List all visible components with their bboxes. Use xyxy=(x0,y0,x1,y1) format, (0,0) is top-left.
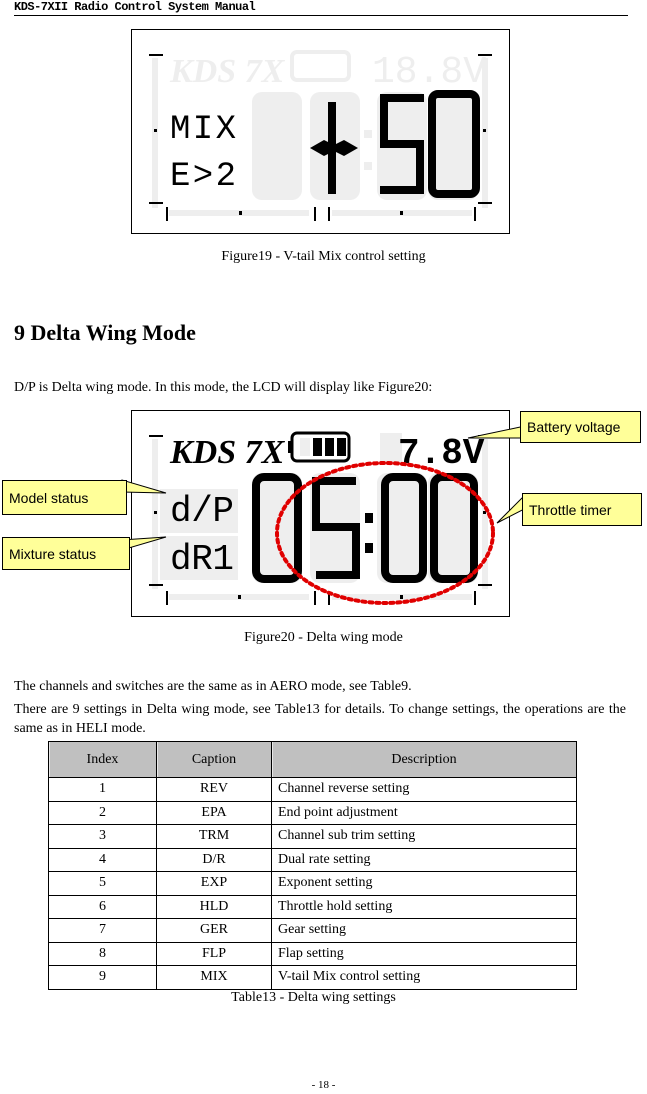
table-row: 6 HLD Throttle hold setting xyxy=(48,894,577,919)
cell-index: 7 xyxy=(48,918,157,943)
cell-description: End point adjustment xyxy=(271,800,577,825)
table13-caption: Table13 - Delta wing settings xyxy=(231,990,396,1005)
body-paragraph-2: There are 9 settings in Delta wing mode,… xyxy=(14,702,626,736)
cell-index: 4 xyxy=(48,847,157,872)
cell-caption: FLP xyxy=(156,941,272,966)
page-number: - 18 - xyxy=(311,1079,336,1091)
figure19-caption: Figure19 - V-tail Mix control setting xyxy=(221,249,426,264)
cell-index: 5 xyxy=(48,871,157,896)
body-paragraph-1: The channels and switches are the same a… xyxy=(14,679,412,694)
cell-index: 8 xyxy=(48,941,157,966)
cell-description: Gear setting xyxy=(271,918,577,943)
section-heading: 9 Delta Wing Mode xyxy=(14,320,196,345)
cell-index: 3 xyxy=(48,824,157,849)
running-header: KDS-7XII Radio Control System Manual xyxy=(14,0,256,14)
table-row: 4 D/R Dual rate setting xyxy=(48,847,577,872)
table13-delta-wing-settings: Index Caption Description 1 REV Channel re… xyxy=(48,741,577,990)
table-row: 7 GER Gear setting xyxy=(48,918,577,943)
callout-battery-voltage: Battery voltage xyxy=(520,411,641,443)
callout-model-status-label: Model status xyxy=(9,489,89,506)
table-row: 8 FLP Flap setting xyxy=(48,941,577,966)
table-row: 2 EPA End point adjustment xyxy=(48,800,577,825)
cell-caption: HLD xyxy=(156,894,272,919)
column-header-caption: Caption xyxy=(156,741,272,778)
cell-index: 2 xyxy=(48,800,157,825)
cell-caption: EXP xyxy=(156,871,272,896)
cell-description: V-tail Mix control setting xyxy=(271,965,577,990)
callout-battery-voltage-label: Battery voltage xyxy=(527,419,621,435)
cell-caption: TRM xyxy=(156,824,272,849)
callout-throttle-timer-label: Throttle timer xyxy=(529,501,612,518)
cell-description: Throttle hold setting xyxy=(271,894,577,919)
table-row: 5 EXP Exponent setting xyxy=(48,871,577,896)
cell-caption: REV xyxy=(156,777,272,802)
figure20-caption: Figure20 - Delta wing mode xyxy=(244,630,403,645)
figure19-ghost-voltage: 18.8V xyxy=(372,51,486,94)
figure19-ghost-brand: KDS 7X xyxy=(169,53,286,90)
section-intro: D/P is Delta wing mode. In this mode, th… xyxy=(14,380,433,395)
cell-index: 6 xyxy=(48,894,157,919)
cell-index: 1 xyxy=(48,777,157,802)
column-header-description: Description xyxy=(271,741,577,778)
cell-description: Flap setting xyxy=(271,941,577,966)
figure19-lcd-line1: MIX xyxy=(170,111,236,149)
table-row: 3 TRM Channel sub trim setting xyxy=(48,824,577,849)
header-rule xyxy=(14,15,628,16)
cell-caption: GER xyxy=(156,918,272,943)
cell-description: Exponent setting xyxy=(271,871,577,896)
cell-description: Channel reverse setting xyxy=(271,777,577,802)
table-row: 9 MIX V-tail Mix control setting xyxy=(48,965,577,990)
figure19-lcd-line2: E>2 xyxy=(170,158,236,196)
callout-throttle-timer: Throttle timer xyxy=(522,493,642,526)
callout-model-status: Model status xyxy=(2,480,127,515)
cell-description: Channel sub trim setting xyxy=(271,824,577,849)
cell-caption: D/R xyxy=(156,847,272,872)
cell-caption: EPA xyxy=(156,800,272,825)
table-row: 1 REV Channel reverse setting xyxy=(48,777,577,802)
cell-caption: MIX xyxy=(156,965,272,990)
cell-description: Dual rate setting xyxy=(271,847,577,872)
table-header-row: Index Caption Description xyxy=(48,741,577,778)
callout-mixture-status-label: Mixture status xyxy=(9,545,97,562)
column-header-index: Index xyxy=(48,741,157,778)
callout-mixture-status: Mixture status xyxy=(2,537,130,570)
cell-index: 9 xyxy=(48,965,157,990)
figure19-lcd-image: KDS 7X 18.8V MIX E>2 xyxy=(131,29,510,234)
